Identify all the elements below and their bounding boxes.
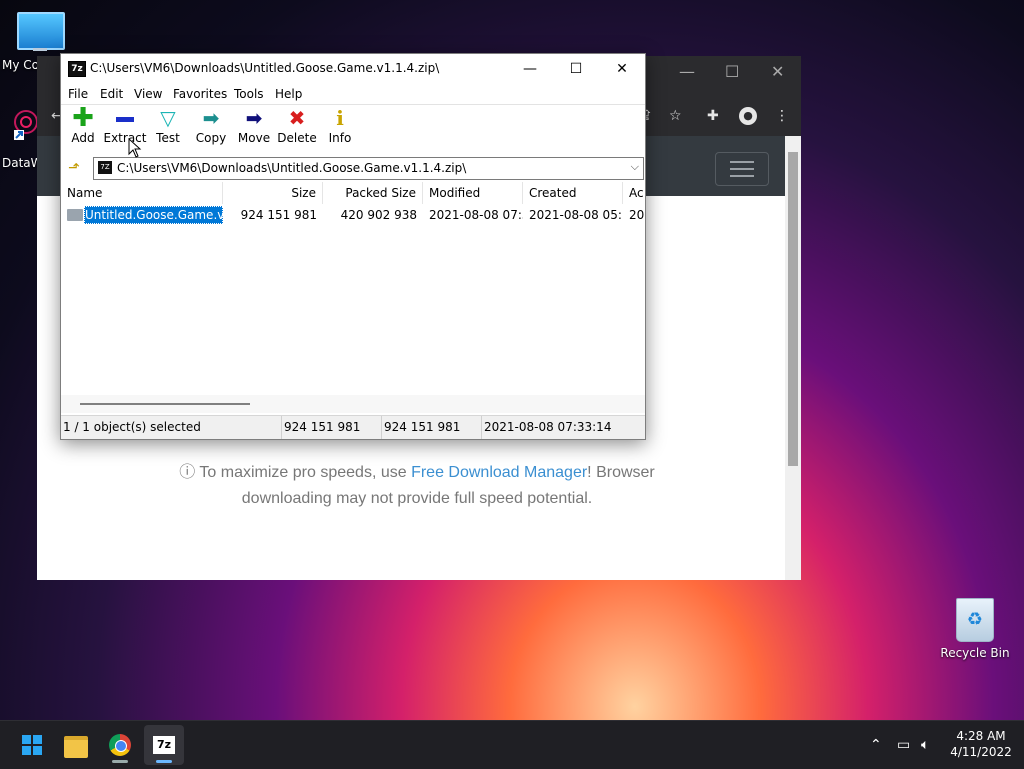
taskbar: 7z ⌃ ▭ 🔈︎ 4:28 AM 4/11/2022 <box>0 720 1024 769</box>
monitor-stand <box>33 48 47 51</box>
show-hidden-icons-chevron-icon[interactable]: ⌃ <box>870 721 882 769</box>
network-icon[interactable]: ▭ <box>897 721 910 769</box>
menu-edit[interactable]: Edit <box>100 87 123 101</box>
row-modified: 2021-08-08 07:33 <box>429 208 523 222</box>
delete-button[interactable]: ✖ Delete <box>275 105 319 153</box>
hamburger-menu-button[interactable] <box>715 152 769 186</box>
menu-view[interactable]: View <box>134 87 162 101</box>
move-button[interactable]: ➡ Move <box>232 105 276 153</box>
info-button[interactable]: i Info <box>318 105 362 153</box>
folder-icon <box>64 736 88 758</box>
maximize-button[interactable]: ☐ <box>553 54 599 84</box>
clock-time: 4:28 AM <box>956 729 1006 743</box>
extensions-icon[interactable]: ✚ <box>707 108 719 124</box>
column-header-name[interactable]: Name <box>61 182 223 204</box>
copy-label: Copy <box>195 131 227 145</box>
copy-icon: ➡ <box>202 106 220 130</box>
profile-icon[interactable]: ● <box>739 107 757 125</box>
info-icon: i <box>336 106 344 130</box>
chrome-icon <box>109 734 131 756</box>
move-icon: ➡ <box>245 106 263 130</box>
browser-scrollbar-thumb[interactable] <box>788 152 798 466</box>
running-indicator <box>156 760 172 763</box>
path-combo[interactable]: 7Z C:\Users\VM6\Downloads\Untitled.Goose… <box>93 157 644 180</box>
chevron-down-icon[interactable]: ⌵ <box>631 160 639 174</box>
add-label: Add <box>71 131 95 145</box>
add-button[interactable]: ✚ Add <box>61 105 105 153</box>
minimize-button[interactable]: — <box>507 54 553 84</box>
folder-up-icon[interactable]: ⬏ <box>65 159 83 177</box>
desktop-icon-label: Recycle Bin <box>940 646 1010 660</box>
clock-date: 4/11/2022 <box>950 745 1012 759</box>
column-header-created[interactable]: Created <box>523 182 623 204</box>
close-button[interactable]: ✕ <box>599 54 645 84</box>
info-label: Info <box>328 131 352 145</box>
volume-icon[interactable]: 🔈︎ <box>921 721 929 769</box>
window-title: C:\Users\VM6\Downloads\Untitled.Goose.Ga… <box>90 61 440 75</box>
column-header-size[interactable]: Size <box>223 182 323 204</box>
fdm-link[interactable]: Free Download Manager <box>411 464 587 481</box>
7zip-archive-icon: 7Z <box>98 161 112 174</box>
column-header-accessed[interactable]: Ac <box>623 182 645 204</box>
status-selection: 1 / 1 object(s) selected <box>63 420 201 434</box>
copy-button[interactable]: ➡ Copy <box>189 105 233 153</box>
clock[interactable]: 4:28 AM 4/11/2022 <box>948 728 1014 760</box>
test-icon: ▽ <box>160 106 176 130</box>
path-text: C:\Users\VM6\Downloads\Untitled.Goose.Ga… <box>117 161 467 175</box>
folder-icon <box>67 209 83 221</box>
minimize-icon[interactable]: — <box>679 62 695 81</box>
info-circle-icon: ⓘ <box>179 464 196 481</box>
menu-file[interactable]: File <box>68 87 88 101</box>
row-accessed: 202 <box>629 208 645 222</box>
bookmark-star-icon[interactable]: ☆ <box>669 108 682 124</box>
extract-icon <box>103 105 147 131</box>
toolbar: ✚ Add Extract ▽ Test ➡ Copy ➡ Move ✖ Del… <box>61 104 645 155</box>
horizontal-scrollbar[interactable] <box>61 395 645 413</box>
column-header-packed-size[interactable]: Packed Size <box>323 182 423 204</box>
test-label: Test <box>156 131 180 145</box>
recycle-bin-icon: ♻ <box>956 598 994 642</box>
menu-help[interactable]: Help <box>275 87 302 101</box>
test-button[interactable]: ▽ Test <box>146 105 190 153</box>
close-icon[interactable]: ✕ <box>771 62 784 81</box>
menu-tools[interactable]: Tools <box>234 87 264 101</box>
taskbar-file-explorer[interactable] <box>56 725 96 765</box>
title-bar[interactable]: 7z C:\Users\VM6\Downloads\Untitled.Goose… <box>61 54 645 84</box>
horizontal-scrollbar-thumb[interactable] <box>80 403 250 405</box>
taskbar-chrome[interactable] <box>100 725 140 765</box>
status-bar: 1 / 1 object(s) selected 924 151 981 924… <box>61 415 645 439</box>
status-packed: 924 151 981 <box>381 416 480 439</box>
7zip-app-icon: 7z <box>68 61 86 77</box>
delete-label: Delete <box>277 131 317 145</box>
address-bar: ⬏ 7Z C:\Users\VM6\Downloads\Untitled.Goo… <box>61 155 645 181</box>
mouse-cursor-icon <box>128 138 142 158</box>
file-list: Name Size Packed Size Modified Created A… <box>61 182 645 413</box>
running-indicator <box>112 760 128 763</box>
start-button[interactable] <box>12 725 52 765</box>
maximize-icon[interactable]: ☐ <box>725 62 739 81</box>
more-menu-icon[interactable]: ⋮ <box>775 108 789 124</box>
taskbar-7zip[interactable]: 7z <box>144 725 184 765</box>
monitor-icon <box>17 12 65 50</box>
download-notice: ⓘ To maximize pro speeds, use Free Downl… <box>167 460 667 512</box>
add-icon: ✚ <box>72 103 94 133</box>
row-created: 2021-08-08 05:53 <box>529 208 621 222</box>
menu-favorites[interactable]: Favorites <box>173 87 227 101</box>
row-size: 924 151 981 <box>240 208 317 222</box>
7zip-icon: 7z <box>153 736 175 754</box>
row-packed-size: 420 902 938 <box>340 208 417 222</box>
notice-text: To maximize pro speeds, use <box>199 464 412 481</box>
status-date: 2021-08-08 07:33:14 <box>481 416 644 439</box>
move-label: Move <box>237 131 271 145</box>
column-header-modified[interactable]: Modified <box>423 182 523 204</box>
delete-icon: ✖ <box>288 106 306 130</box>
row-name[interactable]: Untitled.Goose.Game.v1... <box>84 206 223 224</box>
7zip-window: 7z C:\Users\VM6\Downloads\Untitled.Goose… <box>60 53 646 440</box>
status-size: 924 151 981 <box>281 416 380 439</box>
windows-logo-icon <box>22 735 42 755</box>
menu-bar: File Edit View Favorites Tools Help <box>61 84 645 104</box>
